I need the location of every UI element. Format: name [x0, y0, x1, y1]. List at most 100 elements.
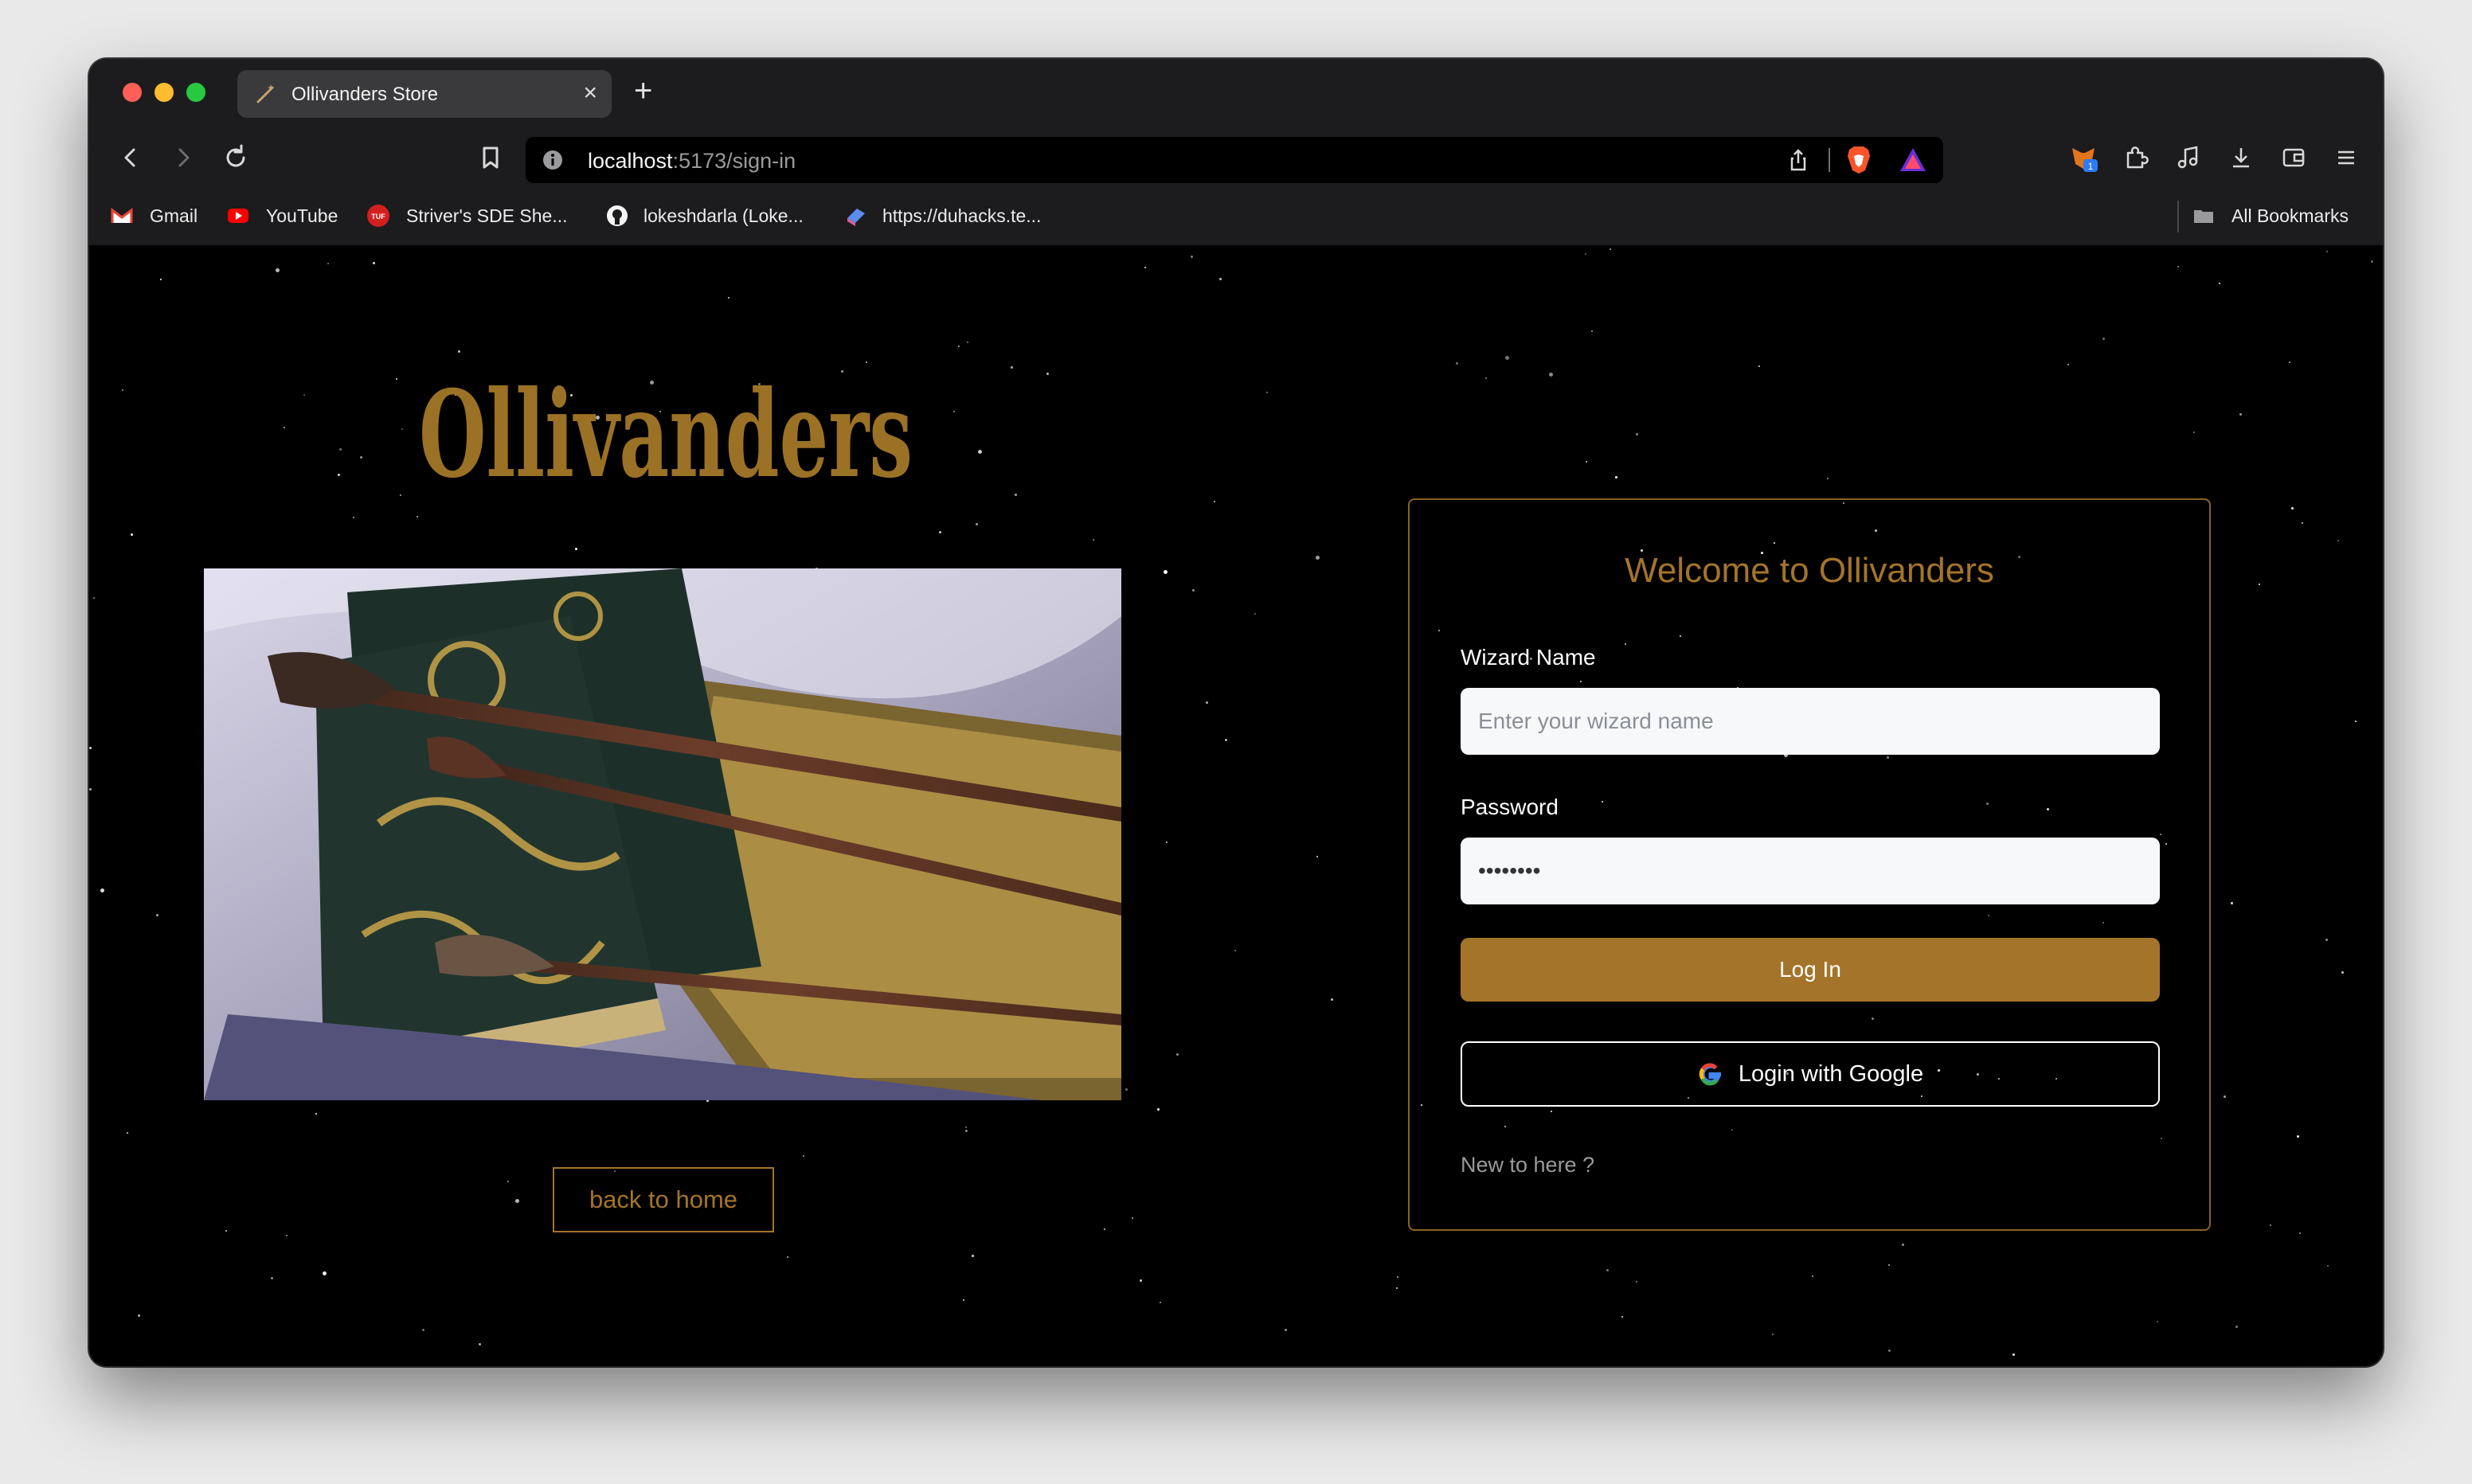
media-music-icon[interactable]	[2173, 142, 2204, 174]
star	[1254, 613, 1256, 615]
star	[100, 888, 104, 892]
metamask-icon[interactable]: 1	[2067, 142, 2099, 174]
new-tab-button[interactable]: +	[634, 75, 652, 107]
star	[953, 411, 955, 412]
star	[458, 350, 460, 353]
reload-icon[interactable]	[220, 142, 252, 174]
ollivanders-logo: Ollivanders	[419, 365, 913, 500]
star	[1586, 461, 1587, 463]
star	[1316, 856, 1318, 857]
brave-shield-icon[interactable]	[1844, 145, 1873, 175]
star	[1456, 362, 1458, 365]
menu-icon[interactable]	[2330, 142, 2362, 174]
star	[1396, 1287, 1398, 1289]
star	[1234, 950, 1236, 951]
star	[2231, 902, 2233, 904]
star	[2299, 1232, 2301, 1234]
bookmark-github[interactable]: lokeshdarla (Loke...	[643, 205, 804, 227]
star	[1397, 1276, 1398, 1278]
bookmark-duhacks[interactable]: https://duhacks.te...	[882, 205, 1041, 227]
download-icon[interactable]	[2225, 142, 2257, 174]
star	[338, 474, 340, 476]
star	[396, 378, 397, 380]
page-content: Ollivanders back to home Welcome to Olli…	[89, 245, 2383, 1366]
star	[2012, 1353, 2015, 1356]
gmail-icon	[111, 208, 133, 223]
star	[2337, 540, 2339, 541]
star	[728, 297, 729, 299]
star	[2219, 283, 2220, 284]
svg-text:TUF: TUF	[371, 213, 385, 221]
site-info-icon[interactable]	[542, 149, 564, 171]
star	[303, 394, 305, 396]
back-arrow-icon[interactable]	[115, 142, 147, 174]
tab-close-button[interactable]: ×	[583, 80, 597, 107]
star	[1164, 570, 1168, 574]
star	[1015, 494, 1017, 496]
forward-arrow-icon[interactable]	[167, 142, 199, 174]
star	[939, 531, 941, 533]
zoom-window-button[interactable]	[186, 83, 205, 102]
close-window-button[interactable]	[123, 83, 142, 102]
star	[2326, 251, 2328, 252]
star	[2177, 266, 2179, 268]
star	[1285, 1329, 1287, 1331]
star	[2355, 721, 2357, 722]
star	[1166, 842, 1168, 843]
star	[422, 1329, 424, 1331]
password-input[interactable]	[1461, 838, 2160, 904]
card-title: Welcome to Ollivanders	[1625, 551, 1994, 590]
extensions-puzzle-icon[interactable]	[2120, 142, 2152, 174]
star	[972, 1255, 974, 1257]
star	[2341, 971, 2344, 974]
wizard-name-input[interactable]	[1461, 688, 2160, 755]
star	[323, 1271, 327, 1275]
google-login-button[interactable]: Login with Google	[1461, 1041, 2160, 1107]
star	[1160, 1302, 1161, 1303]
all-bookmarks[interactable]: All Bookmarks	[2231, 205, 2349, 227]
star	[958, 346, 960, 347]
star	[2235, 1326, 2238, 1328]
youtube-icon	[228, 209, 248, 223]
star	[2193, 432, 2195, 433]
star	[2371, 260, 2373, 263]
bookmark-youtube[interactable]: YouTube	[266, 205, 338, 227]
minimize-window-button[interactable]	[154, 83, 174, 102]
star	[2297, 1135, 2299, 1138]
star	[2224, 1095, 2226, 1098]
bookmark-striver[interactable]: Striver's SDE She...	[406, 205, 568, 227]
tuf-icon: TUF	[367, 205, 389, 227]
star	[1636, 433, 1638, 435]
star	[89, 747, 92, 749]
address-bar[interactable]: localhost:5173/sign-in	[526, 137, 1943, 183]
bookmarks-bar: Gmail YouTube TUF Striver's SDE She... l…	[89, 189, 2383, 245]
bookmark-icon[interactable]	[475, 142, 507, 174]
share-icon[interactable]	[1786, 147, 1811, 173]
google-icon	[1699, 1063, 1722, 1086]
back-to-home-button[interactable]: back to home	[553, 1167, 774, 1232]
star	[2239, 413, 2242, 416]
star	[976, 523, 978, 525]
signup-link[interactable]: New to here ?	[1461, 1153, 1594, 1177]
bookmark-gmail[interactable]: Gmail	[150, 205, 198, 227]
wallet-icon[interactable]	[2278, 142, 2310, 174]
star	[276, 268, 280, 272]
star	[2270, 1224, 2271, 1226]
star	[1772, 1334, 1774, 1335]
login-button[interactable]: Log In	[1461, 938, 2160, 1002]
folder-icon	[2194, 210, 2213, 223]
star	[127, 1132, 128, 1134]
star	[978, 450, 982, 454]
brave-rewards-icon[interactable]	[1899, 146, 1927, 174]
star	[401, 428, 403, 430]
star	[1219, 278, 1222, 280]
star	[1636, 1281, 1637, 1283]
tab-ollivanders[interactable]: Ollivanders Store ×	[237, 70, 612, 118]
star	[286, 1235, 287, 1236]
star	[89, 788, 92, 791]
star	[1621, 1316, 1623, 1318]
star	[1225, 739, 1227, 741]
star	[400, 494, 401, 496]
star	[1331, 998, 1333, 1001]
star	[131, 533, 133, 536]
